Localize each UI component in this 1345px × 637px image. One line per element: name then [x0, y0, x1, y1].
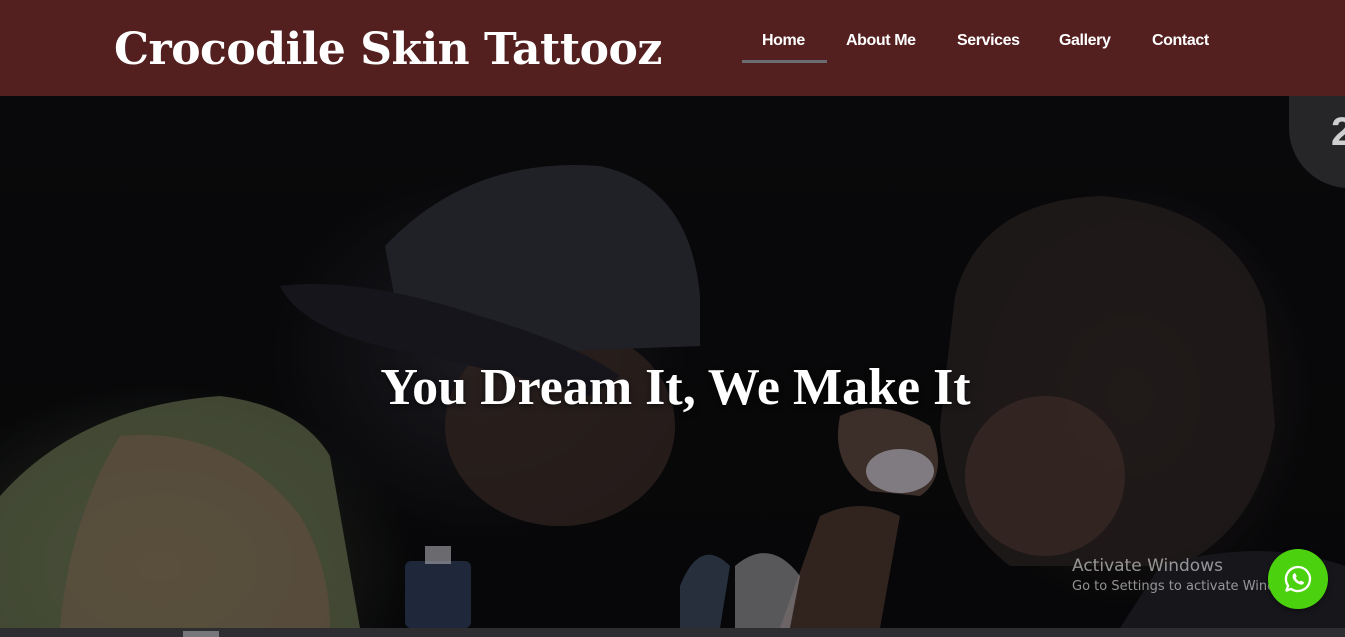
whatsapp-button[interactable]	[1268, 549, 1328, 609]
nav-services[interactable]: Services	[957, 30, 1020, 52]
hero-title: You Dream It, We Make It	[380, 359, 971, 416]
whatsapp-icon	[1284, 565, 1312, 593]
nav-gallery[interactable]: Gallery	[1059, 30, 1111, 52]
slide-counter-number: 2	[1331, 110, 1345, 154]
scroll-thumb[interactable]	[183, 631, 219, 637]
nav-contact[interactable]: Contact	[1152, 30, 1209, 52]
site-logo[interactable]: Crocodile Skin Tattooz	[114, 20, 662, 80]
nav-active-indicator	[742, 60, 827, 63]
page: Crocodile Skin Tattooz Home About Me Ser…	[0, 0, 1345, 637]
hero-slider: 2 You Dream It, We Make It	[0, 96, 1345, 628]
nav-about-me[interactable]: About Me	[846, 30, 916, 52]
nav-home[interactable]: Home	[762, 30, 805, 52]
site-header: Crocodile Skin Tattooz Home About Me Ser…	[0, 0, 1345, 96]
